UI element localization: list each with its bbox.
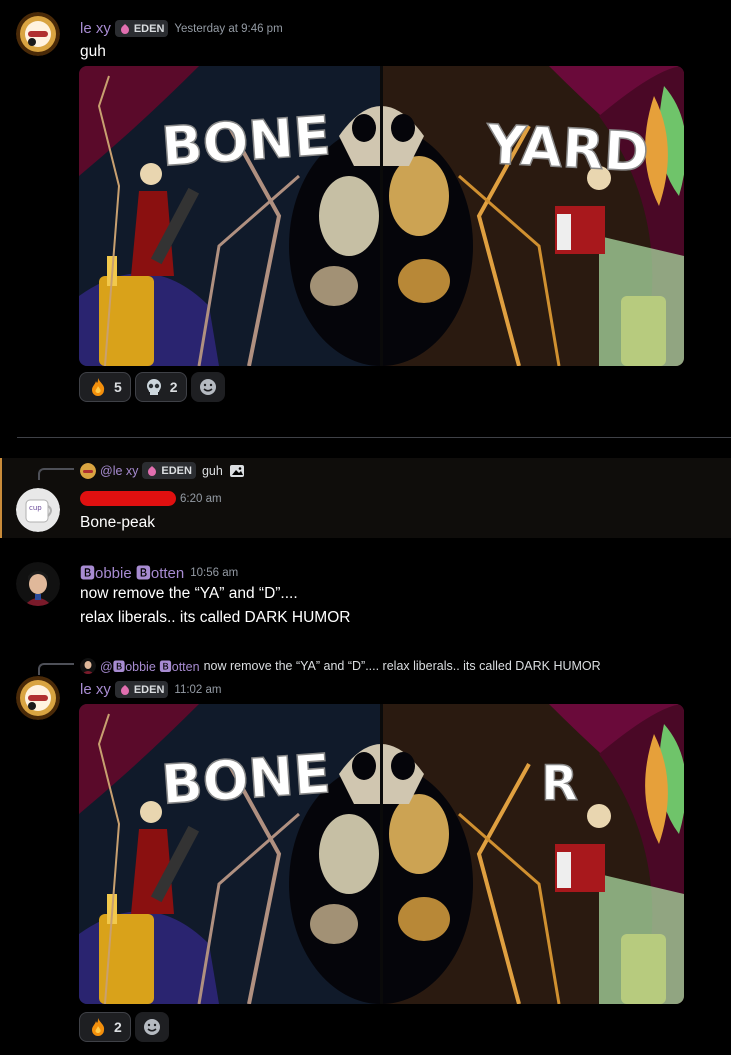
reply-author[interactable]: @le xy <box>100 464 138 478</box>
guild-tag[interactable]: EDEN <box>114 681 169 698</box>
art-right-word: R <box>541 756 578 812</box>
guild-tag-label: EDEN <box>133 22 165 35</box>
date-divider <box>17 437 731 438</box>
message-header: le xy EDEN Yesterday at 9:46 pm <box>80 20 283 37</box>
avatar[interactable] <box>16 676 60 720</box>
reply-connector <box>38 468 74 480</box>
reply-avatar <box>80 462 96 479</box>
timestamp[interactable]: Yesterday at 9:46 pm <box>174 23 282 35</box>
message-header: 🅱obbie 🅱otten 10:56 am <box>80 562 238 583</box>
message-header: le xy EDEN 11:02 am <box>80 681 222 698</box>
reply-preview[interactable]: @🅱obbie 🅱otten now remove the “YA” and “… <box>80 656 601 675</box>
art-left-word: BONE <box>159 104 332 179</box>
add-reaction-button[interactable] <box>190 372 225 402</box>
message-text-line-2: relax liberals.. its called DARK HUMOR <box>80 609 351 626</box>
reaction-count: 5 <box>114 379 122 395</box>
reply-text: now remove the “YA” and “D”.... relax li… <box>203 658 601 673</box>
reaction-bar: 2 <box>79 1012 169 1042</box>
attachment-image[interactable]: BONE YARD <box>79 66 684 366</box>
reaction-count: 2 <box>114 1019 122 1035</box>
art-right-word: YARD <box>484 113 650 184</box>
reaction-fire[interactable]: 5 <box>79 372 131 402</box>
add-reaction-icon <box>199 379 216 395</box>
reply-connector <box>38 663 74 675</box>
message-header: 6:20 am <box>80 491 222 506</box>
pink-gem-icon <box>120 23 129 34</box>
reply-avatar <box>80 657 96 674</box>
reaction-fire[interactable]: 2 <box>79 1012 131 1042</box>
reply-preview[interactable]: @le xy EDEN guh <box>80 462 245 479</box>
author-name[interactable]: le xy <box>80 20 111 37</box>
reply-text: guh <box>201 463 223 478</box>
redacted-author-name[interactable] <box>80 491 176 506</box>
guild-tag-label: EDEN <box>133 683 165 696</box>
message-text: Bone-peak <box>80 514 155 531</box>
add-reaction-icon <box>143 1019 160 1035</box>
pink-gem-icon <box>148 465 157 476</box>
skull-emoji-icon <box>146 379 161 395</box>
reaction-bar: 5 2 <box>79 372 225 402</box>
fire-emoji-icon <box>92 378 105 396</box>
avatar[interactable] <box>16 12 60 56</box>
reply-author[interactable]: @🅱obbie 🅱otten <box>100 656 200 675</box>
image-icon <box>229 464 244 477</box>
author-name[interactable]: 🅱obbie 🅱otten <box>80 562 184 583</box>
avatar[interactable] <box>16 562 60 606</box>
attachment-image[interactable]: BONE R <box>79 704 684 1004</box>
author-name[interactable]: le xy <box>80 681 111 698</box>
svg-text:cup: cup <box>29 504 42 512</box>
guild-tag[interactable]: EDEN <box>114 20 169 37</box>
timestamp[interactable]: 11:02 am <box>174 684 221 696</box>
add-reaction-button[interactable] <box>134 1012 169 1042</box>
guild-tag[interactable]: EDEN <box>142 462 196 479</box>
pink-gem-icon <box>120 684 129 695</box>
reaction-skull[interactable]: 2 <box>134 372 187 402</box>
art-left-word: BONE <box>159 742 332 817</box>
guild-tag-label: EDEN <box>161 464 192 477</box>
reaction-count: 2 <box>169 379 178 395</box>
timestamp[interactable]: 10:56 am <box>190 567 238 579</box>
message-text-line-1: now remove the “YA” and “D”.... <box>80 585 298 602</box>
message-text: guh <box>80 43 106 60</box>
avatar[interactable]: cup <box>16 488 60 532</box>
fire-emoji-icon <box>92 1018 105 1036</box>
timestamp[interactable]: 6:20 am <box>180 493 222 505</box>
